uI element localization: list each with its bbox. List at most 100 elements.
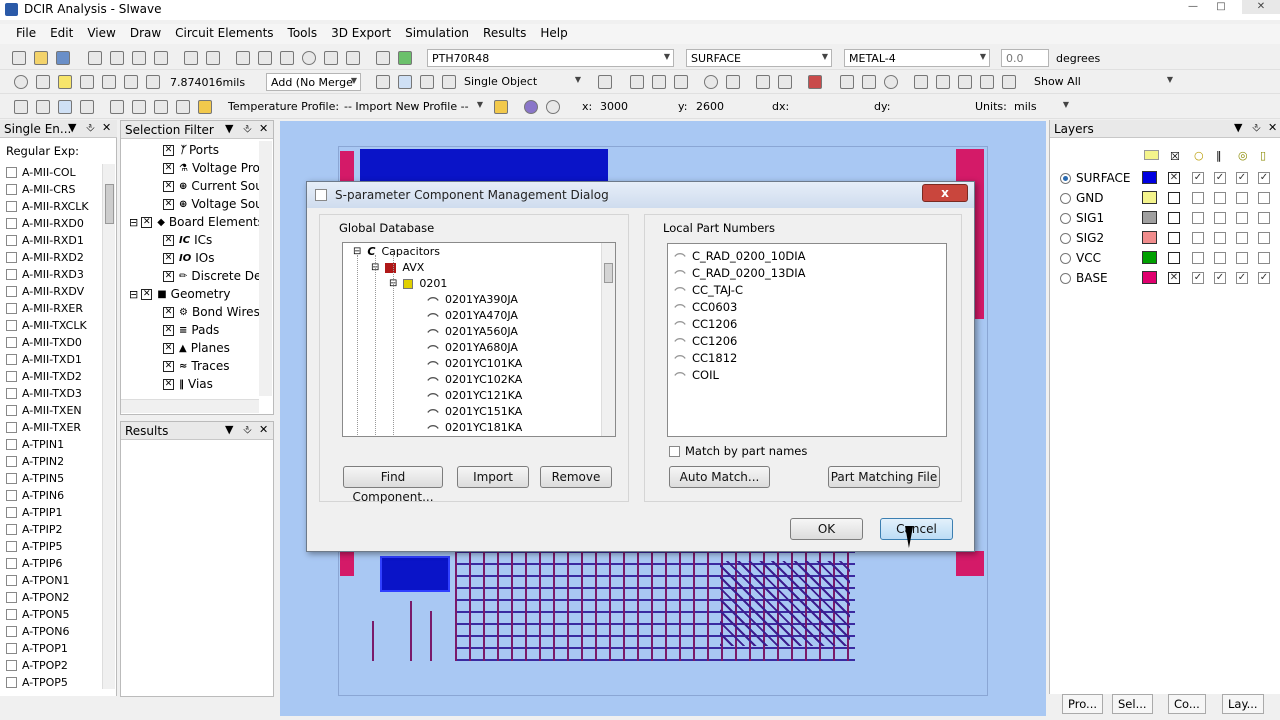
filter-checkbox[interactable]: ✕ — [163, 198, 174, 210]
net-checkbox[interactable] — [6, 303, 17, 314]
tree-part-item[interactable]: 0201YA470JA — [427, 309, 518, 322]
draw-line-icon[interactable] — [102, 75, 116, 89]
draw-trace-icon[interactable] — [124, 75, 138, 89]
merge-icon[interactable] — [376, 75, 390, 89]
global-db-scrollbar[interactable] — [601, 243, 615, 436]
net-list-item[interactable]: A-TPON5 — [2, 606, 102, 623]
layer-radio[interactable] — [1060, 232, 1071, 244]
temp-profile-combo[interactable]: -- Import New Profile -- ▼ — [340, 98, 486, 116]
filter-hscrollbar[interactable] — [121, 399, 259, 413]
layer-option-checkbox[interactable] — [1236, 232, 1248, 244]
dropdown-icon[interactable]: ▼ — [225, 423, 233, 436]
net-list-item[interactable]: A-TPON6 — [2, 623, 102, 640]
layer-option-checkbox[interactable]: ✓ — [1258, 272, 1270, 284]
layer-radio[interactable] — [1060, 272, 1071, 284]
layer-visible-checkbox[interactable]: ✕ — [1168, 172, 1180, 184]
menu-3d-export[interactable]: 3D Export — [324, 24, 398, 42]
local-part-item[interactable]: CC1812 — [668, 349, 946, 366]
net-list-item[interactable]: A-MII-RXDV — [2, 283, 102, 300]
filter-checkbox[interactable]: ✕ — [163, 360, 174, 372]
redo-icon[interactable] — [206, 51, 220, 65]
import-button[interactable]: Import — [457, 466, 529, 488]
net-list-item[interactable]: A-MII-RXD3 — [2, 266, 102, 283]
close-icon[interactable]: ✕ — [1242, 0, 1280, 14]
tree-node-capacitors[interactable]: ⊟ C Capacitors — [353, 245, 440, 258]
filter-item[interactable]: ⊟ ✕ ■ Geometry — [129, 287, 231, 301]
layer-color-swatch[interactable] — [1142, 231, 1157, 244]
net-checkbox[interactable] — [6, 473, 17, 484]
stack-icon[interactable] — [324, 51, 338, 65]
local-part-item[interactable]: C_RAD_0200_10DIA — [668, 247, 946, 264]
tree-part-item[interactable]: 0201YC101KA — [427, 357, 522, 370]
layer-option-checkbox[interactable]: ✓ — [1214, 172, 1226, 184]
layer-visible-checkbox[interactable] — [1168, 232, 1180, 244]
net-checkbox[interactable] — [6, 524, 17, 535]
net-list-item[interactable]: A-TPIP1 — [2, 504, 102, 521]
menu-view[interactable]: View — [80, 24, 122, 42]
net-checkbox[interactable] — [6, 388, 17, 399]
sphere-icon[interactable] — [546, 100, 560, 114]
tree-part-item[interactable]: 0201YA390JA — [427, 293, 518, 306]
net-list-item[interactable]: A-TPIN1 — [2, 436, 102, 453]
filter-item[interactable]: ✕ ≈ Traces — [163, 359, 229, 373]
filter-item[interactable]: ✕ ⚗ Voltage Pro — [163, 161, 260, 175]
grid2-icon[interactable] — [132, 100, 146, 114]
layer-visible-checkbox[interactable] — [1168, 252, 1180, 264]
layer-color-swatch[interactable] — [1142, 211, 1157, 224]
width-icon[interactable] — [146, 75, 160, 89]
layer-radio[interactable] — [1060, 172, 1071, 184]
net-list-item[interactable]: A-MII-TXD2 — [2, 368, 102, 385]
net-list-item[interactable]: A-TPOP2 — [2, 657, 102, 674]
filter-checkbox[interactable]: ✕ — [163, 270, 174, 282]
net-list-item[interactable]: A-MII-COL — [2, 164, 102, 181]
net-list-item[interactable]: A-MII-TXD1 — [2, 351, 102, 368]
layer-option-checkbox[interactable]: ✓ — [1192, 272, 1204, 284]
layer-option-checkbox[interactable] — [1236, 212, 1248, 224]
layer-option-checkbox[interactable] — [1236, 192, 1248, 204]
net-list-item[interactable]: A-MII-RXD2 — [2, 249, 102, 266]
dropdown-icon[interactable]: ▼ — [68, 121, 76, 134]
part-matching-file-button[interactable]: Part Matching File — [828, 466, 940, 488]
layer-option-checkbox[interactable] — [1192, 252, 1204, 264]
tree-part-item[interactable]: 0201YC151KA — [427, 405, 522, 418]
filter-checkbox[interactable]: ✕ — [163, 378, 174, 390]
filter-item[interactable]: ✕ ⚙ Bond Wires — [163, 305, 260, 319]
tree-part-item[interactable]: 0201YA680JA — [427, 341, 518, 354]
new-icon[interactable] — [12, 51, 26, 65]
angle-input[interactable]: 0.0 — [1001, 49, 1049, 67]
refresh-icon[interactable] — [840, 75, 854, 89]
check-icon[interactable] — [398, 51, 412, 65]
panel-close-icon[interactable]: ✕ — [1268, 121, 1277, 134]
link-icon[interactable] — [376, 51, 390, 65]
maximize-icon[interactable]: □ — [1208, 0, 1234, 14]
wave-icon[interactable] — [674, 75, 688, 89]
table-icon[interactable] — [110, 100, 124, 114]
filter-checkbox[interactable]: ✕ — [163, 180, 174, 192]
component-combo[interactable]: PTH70R48 ▼ — [427, 49, 674, 67]
layer-radio[interactable] — [1060, 252, 1071, 264]
layer-option-checkbox[interactable] — [1214, 252, 1226, 264]
globe-icon[interactable] — [524, 100, 538, 114]
local-parts-list[interactable]: C_RAD_0200_10DIA C_RAD_0200_13DIA CC_TAJ-C… — [667, 243, 947, 437]
draw-polygon-icon[interactable] — [80, 75, 94, 89]
zoom-icon[interactable] — [884, 75, 898, 89]
box-select-icon[interactable] — [420, 75, 434, 89]
net-checkbox[interactable] — [6, 626, 17, 637]
tree-part-item[interactable]: 0201YC121KA — [427, 389, 522, 402]
filter-item[interactable]: ⊟ ✕ ◆ Board Elements — [129, 215, 264, 229]
zoom-area-icon[interactable] — [980, 75, 994, 89]
layer-option-checkbox[interactable]: ✓ — [1236, 172, 1248, 184]
dropdown-icon[interactable]: ▼ — [1234, 121, 1242, 134]
auto-match-button[interactable]: Auto Match... — [669, 466, 770, 488]
menu-file[interactable]: File — [0, 24, 43, 42]
net-checkbox[interactable] — [6, 558, 17, 569]
layer-combo[interactable]: SURFACE ▼ — [686, 49, 832, 67]
net-checkbox[interactable] — [6, 218, 17, 229]
net-checkbox[interactable] — [6, 286, 17, 297]
cross-icon[interactable] — [154, 100, 168, 114]
net-list-item[interactable]: A-MII-TXER — [2, 419, 102, 436]
net-list-item[interactable]: A-MII-RXD0 — [2, 215, 102, 232]
net-list-item[interactable]: A-TPIN5 — [2, 470, 102, 487]
align-icon[interactable] — [598, 75, 612, 89]
global-db-tree[interactable]: ⊟ C Capacitors ⊟ AVX ⊟ 0201 0201YA390JA 0201YA47… — [342, 242, 616, 437]
